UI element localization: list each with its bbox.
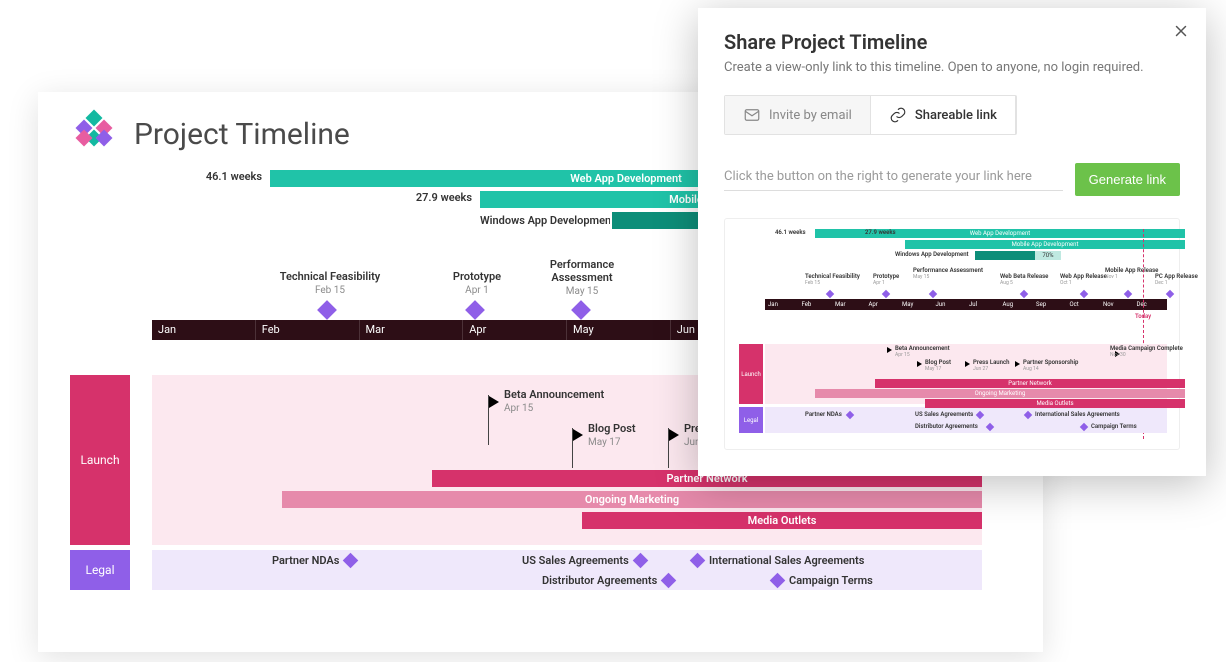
legal-camp[interactable]: Campaign Terms — [772, 574, 873, 587]
app-logo — [70, 110, 118, 158]
legal-nda[interactable]: Partner NDAs — [272, 554, 356, 567]
share-tabs: Invite by email Shareable link — [724, 95, 1017, 135]
duration-label: 27.9 weeks — [352, 191, 472, 204]
tab-invite-email[interactable]: Invite by email — [725, 96, 870, 134]
modal-subtitle: Create a view-only link to this timeline… — [724, 60, 1180, 75]
page-title: Project Timeline — [134, 117, 350, 152]
milestone-perf[interactable]: Performance Assessment May 15 — [522, 258, 642, 297]
diamond-icon — [317, 300, 337, 320]
close-button[interactable] — [1172, 22, 1190, 46]
link-icon — [889, 106, 907, 124]
duration-label: 46.1 weeks — [142, 170, 262, 183]
diamond-icon — [465, 300, 485, 320]
legal-us[interactable]: US Sales Agreements — [522, 554, 646, 567]
lane-label-legal[interactable]: Legal — [70, 550, 130, 590]
tab-shareable-link[interactable]: Shareable link — [870, 96, 1016, 134]
flag-beta-ann[interactable]: Beta AnnouncementApr 15 — [504, 388, 604, 414]
flag-icon — [489, 396, 499, 408]
mail-icon — [743, 106, 761, 124]
legal-intl[interactable]: International Sales Agreements — [692, 554, 864, 567]
timeline-preview: 46.1 weeks Web App Development 27.9 week… — [724, 218, 1180, 450]
bar-windows-label[interactable]: Windows App Development — [480, 212, 610, 229]
milestone-tech[interactable]: Technical Feasibility Feb 15 — [260, 270, 400, 296]
lane-label-launch[interactable]: Launch — [70, 375, 130, 545]
flag-icon — [573, 429, 583, 441]
legal-dist[interactable]: Distributor Agreements — [542, 574, 674, 587]
modal-title: Share Project Timeline — [724, 30, 1180, 54]
bar-media-outlets[interactable]: Media Outlets — [582, 512, 982, 529]
milestone-proto[interactable]: Prototype Apr 1 — [432, 270, 522, 296]
bar-ongoing-marketing[interactable]: Ongoing Marketing — [282, 491, 982, 508]
close-icon — [1172, 22, 1190, 40]
diamond-icon — [571, 300, 591, 320]
flag-icon — [669, 429, 679, 441]
flag-blog[interactable]: Blog PostMay 17 — [588, 422, 636, 448]
generate-link-button[interactable]: Generate link — [1075, 163, 1180, 196]
link-placeholder: Click the button on the right to generat… — [724, 169, 1063, 191]
share-modal: Share Project Timeline Create a view-onl… — [698, 8, 1206, 476]
